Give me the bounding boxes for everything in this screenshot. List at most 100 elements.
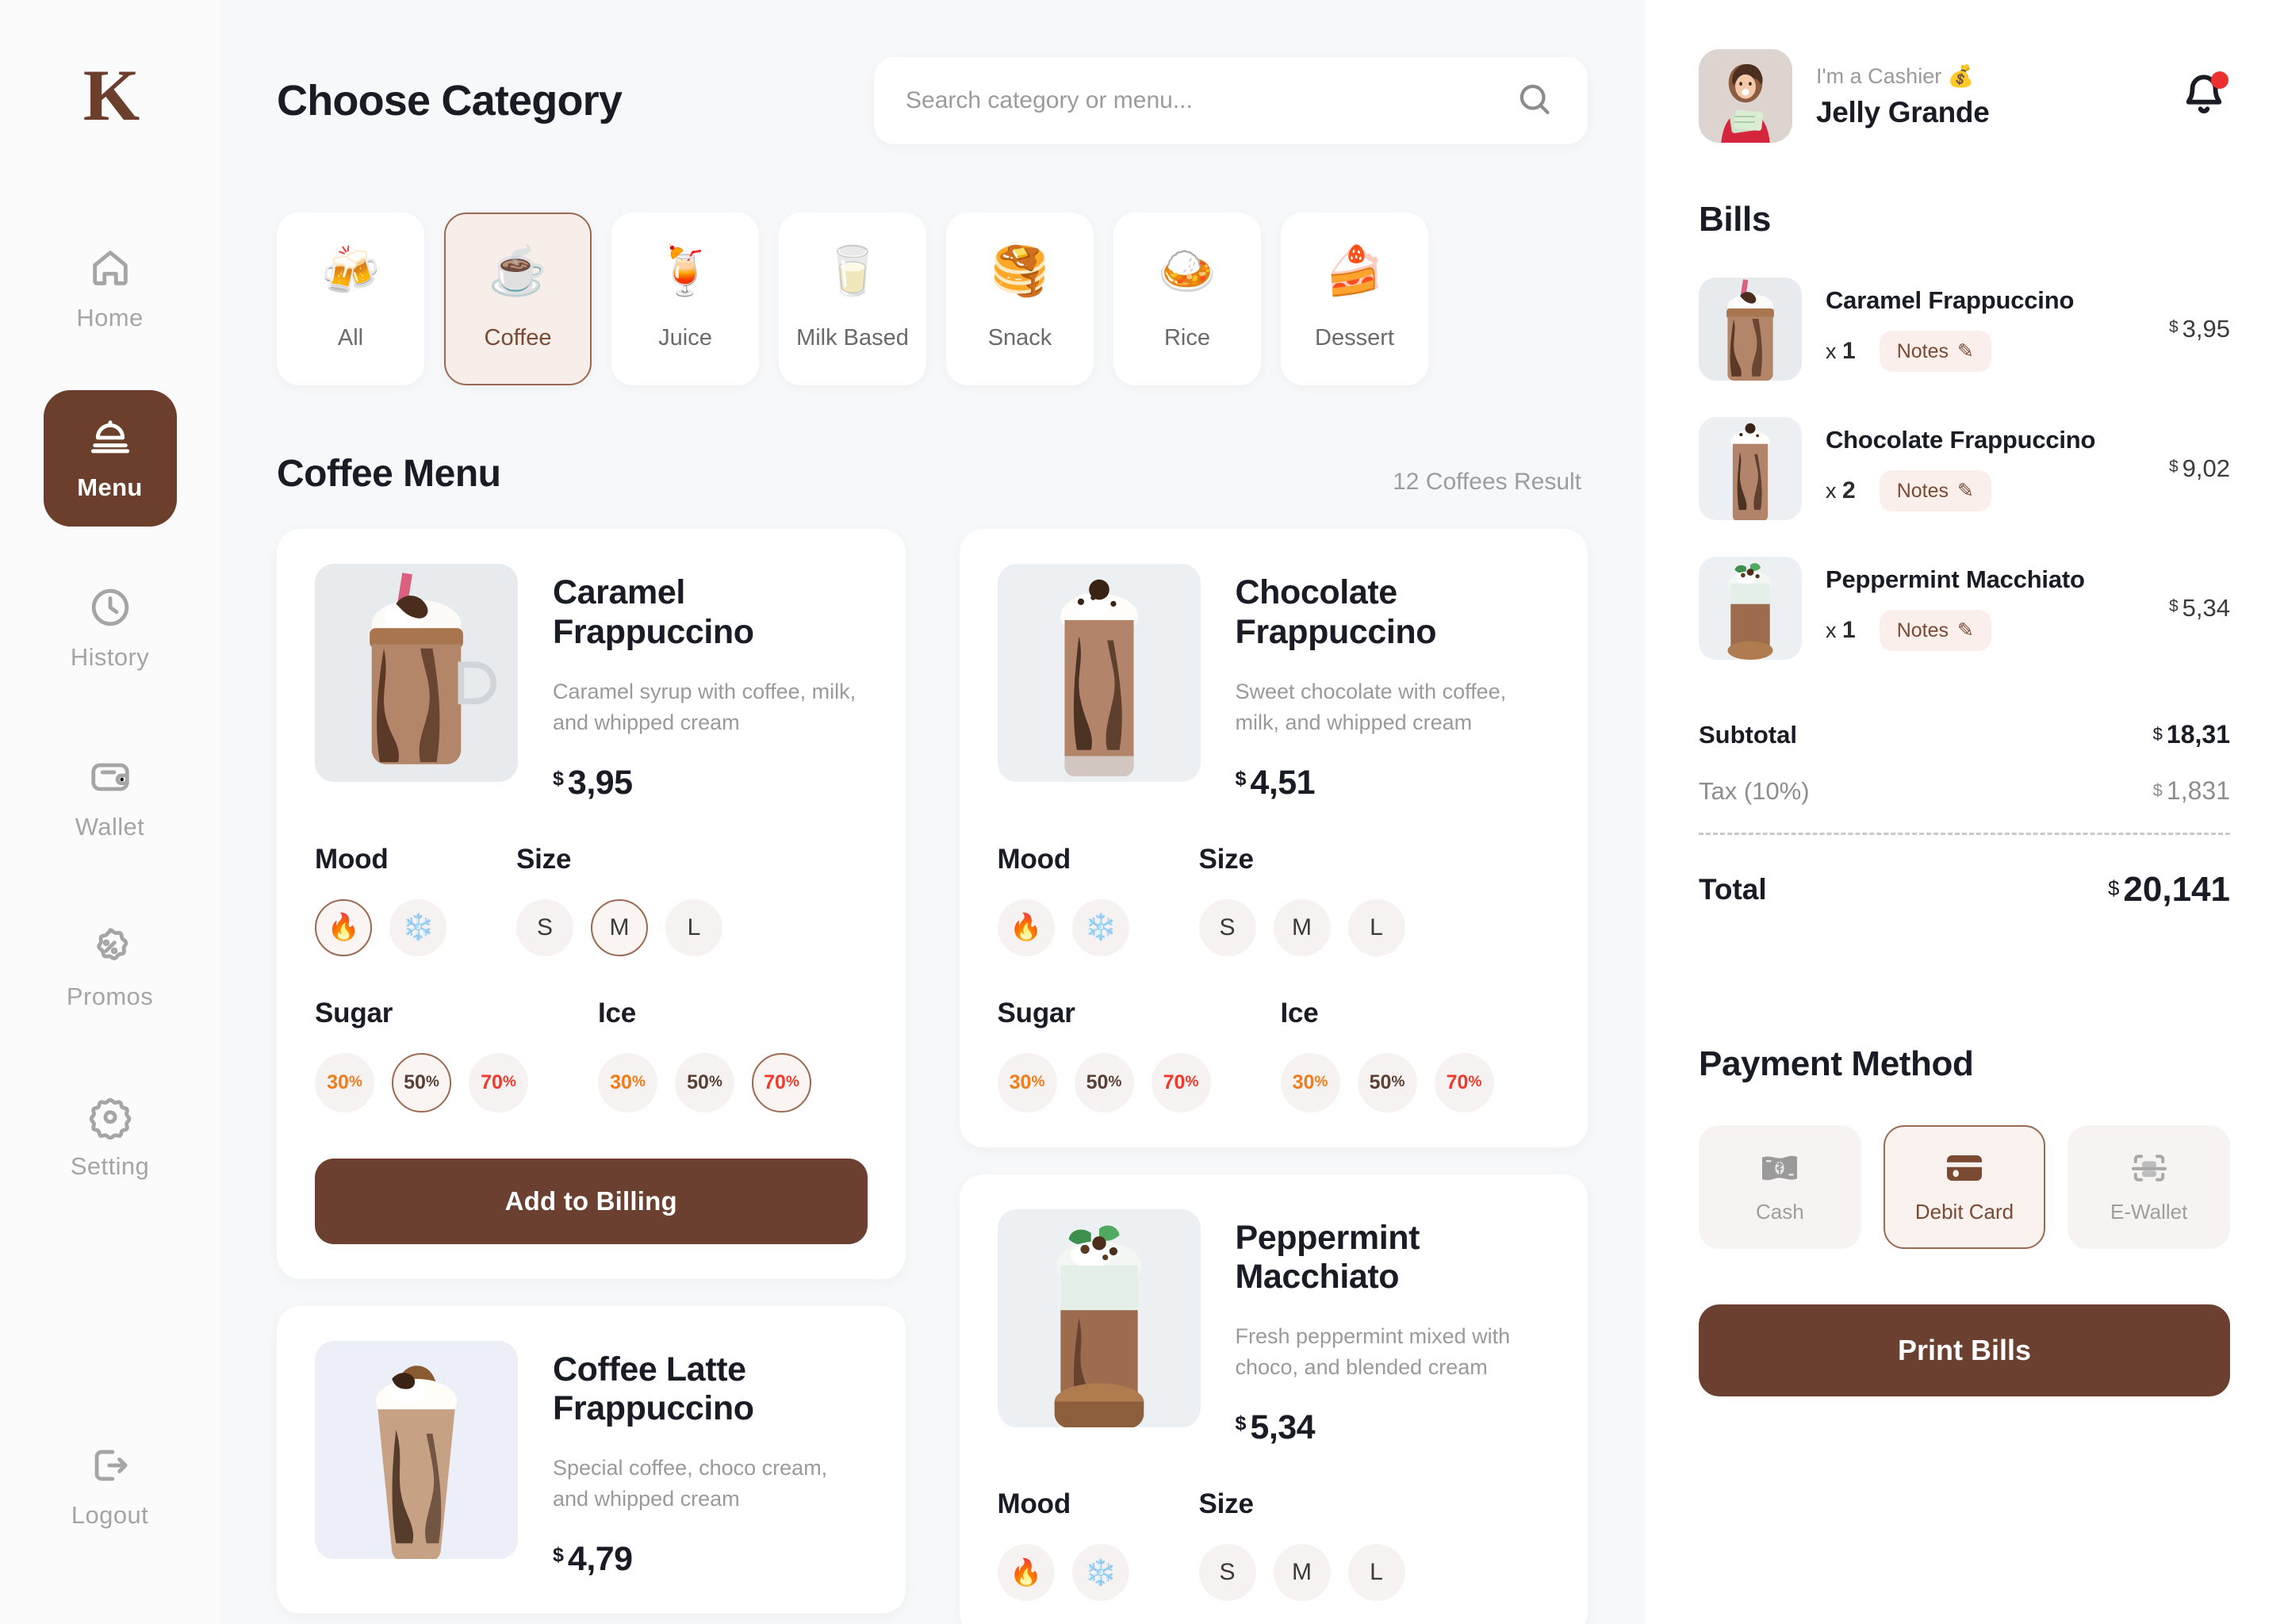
sugar-option-30[interactable]: 30% (997, 1052, 1057, 1113)
menu-section-title: Coffee Menu (277, 453, 501, 495)
size-option-l[interactable]: L (665, 898, 722, 956)
ice-option-50[interactable]: 50% (1357, 1052, 1417, 1113)
category-label: Dessert (1315, 324, 1394, 350)
subtotal-label: Subtotal (1699, 720, 1797, 749)
sidebar-item-label: Logout (71, 1501, 149, 1529)
sidebar-item-label: Promos (66, 982, 154, 1010)
sugar-option-70[interactable]: 70% (1151, 1052, 1211, 1113)
ice-option-50[interactable]: 50% (675, 1052, 734, 1113)
size-option-m[interactable]: M (1273, 898, 1331, 956)
order-summary: Subtotal $ 18,31 Tax (10%) $ 1,831 Total… (1699, 720, 2230, 910)
sidebar-item-history[interactable]: History (44, 560, 177, 696)
size-option-l[interactable]: L (1347, 898, 1405, 956)
category-tab-dessert[interactable]: 🍰 Dessert (1281, 213, 1428, 385)
category-tab-rice[interactable]: 🍛 Rice (1113, 213, 1261, 385)
mood-option-hot[interactable]: 🔥 (997, 898, 1055, 956)
mood-option-group: Mood 🔥 ❄️ (315, 844, 446, 956)
ice-option-30[interactable]: 30% (598, 1052, 657, 1113)
search-icon[interactable] (1516, 81, 1553, 121)
bill-item-price: $ 9,02 (2168, 454, 2230, 482)
mood-option-hot[interactable]: 🔥 (315, 898, 372, 956)
payment-method-e-wallet[interactable]: E-Wallet (2067, 1125, 2231, 1249)
sugar-option-30[interactable]: 30% (315, 1052, 374, 1113)
product-price: $ 4,79 (553, 1540, 868, 1579)
category-tab-snack[interactable]: 🥞 Snack (946, 213, 1094, 385)
product-image (315, 564, 518, 782)
bill-item-price: $ 5,34 (2168, 594, 2230, 622)
add-to-billing-button[interactable]: Add to Billing (315, 1158, 868, 1244)
notes-label: Notes (1896, 339, 1949, 362)
bill-item-name: Caramel Frappuccino (1826, 286, 2075, 314)
payment-method-debit-card[interactable]: Debit Card (1883, 1125, 2046, 1249)
category-tab-milk-based[interactable]: 🥛 Milk Based (779, 213, 926, 385)
category-label: All (337, 324, 364, 350)
search-input[interactable] (906, 87, 1500, 114)
sidebar-item-label: History (70, 643, 150, 671)
size-option-l[interactable]: L (1347, 1544, 1405, 1601)
sugar-label: Sugar (315, 997, 393, 1028)
notification-bell-button[interactable] (2181, 71, 2230, 121)
price-amount: 4,79 (567, 1540, 633, 1578)
category-tab-coffee[interactable]: ☕ Coffee (444, 213, 592, 385)
sugar-option-70[interactable]: 70% (469, 1052, 528, 1113)
currency-symbol: $ (1235, 1412, 1247, 1434)
ice-label: Ice (1280, 997, 1319, 1028)
sidebar-item-home[interactable]: Home (44, 220, 177, 357)
product-card[interactable]: Chocolate Frappuccino Sweet chocolate wi… (959, 529, 1588, 1147)
size-option-m[interactable]: M (591, 898, 648, 956)
size-option-s[interactable]: S (1198, 898, 1256, 956)
size-option-m[interactable]: M (1273, 1544, 1331, 1601)
sidebar-item-promos[interactable]: Promos (44, 899, 177, 1036)
notes-button[interactable]: Notes ✎ (1879, 610, 1991, 651)
product-card[interactable]: Coffee Latte Frappuccino Special coffee,… (277, 1305, 906, 1614)
category-tab-juice[interactable]: 🍹 Juice (611, 213, 759, 385)
category-tab-all[interactable]: 🍻 All (277, 213, 424, 385)
notes-label: Notes (1896, 619, 1949, 642)
sugar-option-group: Sugar 30% 50% 70% (997, 998, 1211, 1113)
banknote-icon (1759, 1151, 1800, 1185)
product-card[interactable]: Caramel Frappuccino Caramel syrup with c… (277, 529, 906, 1279)
product-image (315, 1340, 518, 1559)
cocktail-icon: 🍹 (655, 243, 715, 297)
sidebar: K Home Menu History Wallet Promos Settin… (0, 0, 220, 1624)
main-content: Choose Category 🍻 All ☕ Coffee (220, 0, 1645, 1624)
ice-option-70[interactable]: 70% (1434, 1052, 1494, 1113)
currency-symbol: $ (553, 1544, 564, 1566)
ice-option-70[interactable]: 70% (752, 1052, 811, 1113)
size-option-group: Size S M L (516, 844, 722, 956)
product-card[interactable]: Peppermint Macchiato Fresh peppermint mi… (959, 1174, 1588, 1624)
bill-item-list: Caramel Frappuccino x 1 Notes ✎ $ 3,95 C… (1699, 278, 2230, 660)
bill-item-qty: x 2 (1826, 477, 1856, 504)
mood-option-cold[interactable]: ❄️ (1071, 898, 1129, 956)
billing-panel: I'm a Cashier 💰 Jelly Grande Bills Caram… (1645, 0, 2284, 1624)
bill-row[interactable]: Chocolate Frappuccino x 2 Notes ✎ $ 9,02 (1699, 417, 2230, 520)
mood-option-cold[interactable]: ❄️ (1071, 1544, 1129, 1601)
print-bills-button[interactable]: Print Bills (1699, 1304, 2230, 1396)
bill-row[interactable]: Caramel Frappuccino x 1 Notes ✎ $ 3,95 (1699, 278, 2230, 381)
cloche-icon (87, 415, 133, 461)
milk-glass-icon: 🥛 (822, 243, 883, 297)
payment-method-group: Cash Debit Card E-Wallet (1699, 1125, 2231, 1249)
sugar-option-50[interactable]: 50% (392, 1052, 451, 1113)
bill-row[interactable]: Peppermint Macchiato x 1 Notes ✎ $ 5,34 (1699, 557, 2230, 660)
sidebar-item-wallet[interactable]: Wallet (44, 730, 177, 866)
bill-item-price: $ 3,95 (2168, 315, 2230, 343)
sidebar-item-logout[interactable]: Logout (44, 1418, 177, 1554)
bill-item-qty: x 1 (1826, 338, 1856, 364)
product-name: Coffee Latte Frappuccino (553, 1350, 754, 1428)
curry-rice-icon: 🍛 (1157, 243, 1217, 297)
size-option-s[interactable]: S (516, 898, 573, 956)
ice-option-30[interactable]: 30% (1280, 1052, 1340, 1113)
mood-option-cold[interactable]: ❄️ (389, 898, 446, 956)
size-option-group: Size S M L (1198, 844, 1405, 956)
size-option-s[interactable]: S (1198, 1544, 1256, 1601)
notes-button[interactable]: Notes ✎ (1879, 470, 1991, 511)
sidebar-item-setting[interactable]: Setting (44, 1069, 177, 1205)
product-description: Special coffee, choco cream, and whipped… (553, 1456, 828, 1511)
payment-method-cash[interactable]: Cash (1699, 1125, 1861, 1249)
search-bar[interactable] (874, 57, 1588, 144)
sidebar-item-menu[interactable]: Menu (43, 390, 177, 527)
mood-option-hot[interactable]: 🔥 (997, 1544, 1055, 1601)
sugar-option-50[interactable]: 50% (1074, 1052, 1134, 1113)
notes-button[interactable]: Notes ✎ (1879, 331, 1991, 372)
